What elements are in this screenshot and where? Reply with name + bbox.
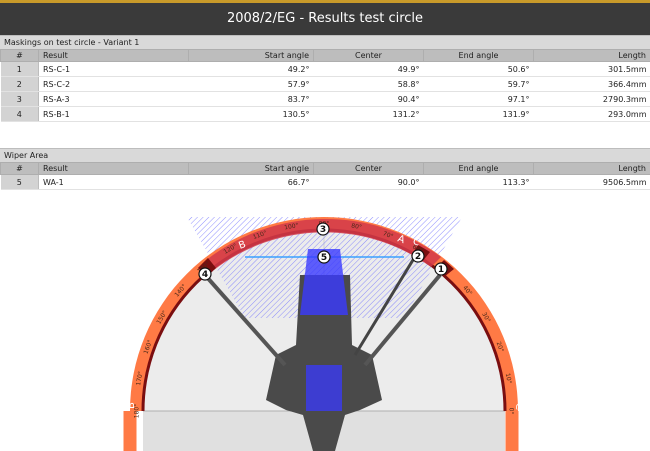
row-center: 90.4° — [313, 91, 424, 107]
row-result: RS-C-2 — [38, 76, 189, 92]
row-index: 1 — [0, 61, 39, 77]
row-index: 4 — [0, 106, 39, 122]
row-result: RS-C-1 — [38, 61, 189, 77]
table-row[interactable]: 5 WA-1 66.7° 90.0° 113.3° 9506.5mm — [0, 174, 650, 190]
col-length: Length — [533, 162, 650, 175]
maskings-table: # Result Start angle Center End angle Le… — [0, 49, 650, 122]
row-center: 131.2° — [313, 106, 424, 122]
col-result: Result — [38, 49, 189, 62]
marker-5[interactable]: 5 — [317, 250, 331, 264]
row-end-angle: 97.1° — [423, 91, 534, 107]
marker-5-label: 5 — [321, 253, 327, 263]
window-title: 2008/2/EG - Results test circle — [226, 11, 424, 26]
row-result: RS-A-3 — [38, 91, 189, 107]
marker-4-label: 4 — [202, 270, 208, 280]
col-start-angle: Start angle — [188, 49, 314, 62]
row-index: 3 — [0, 91, 39, 107]
ring-letter-b: B — [126, 402, 137, 409]
test-circle-diagram: 0°10°20°30°40°50°60°70°80°90°100°110°120… — [123, 217, 524, 451]
row-start-angle: 49.2° — [188, 61, 314, 77]
row-length: 293.0mm — [533, 106, 650, 122]
table-row[interactable]: 2 RS-C-2 57.9° 58.8° 59.7° 366.4mm — [0, 76, 650, 92]
row-end-angle: 113.3° — [423, 174, 534, 190]
row-index: 2 — [0, 76, 39, 92]
marker-1-label: 1 — [438, 265, 444, 275]
row-start-angle: 83.7° — [188, 91, 314, 107]
marker-3[interactable]: 3 — [316, 222, 330, 236]
table-row[interactable]: 1 RS-C-1 49.2° 49.9° 50.6° 301.5mm — [0, 61, 650, 77]
row-length: 366.4mm — [533, 76, 650, 92]
row-end-angle: 50.6° — [423, 61, 534, 77]
col-index: # — [0, 49, 39, 62]
row-length: 2790.3mm — [533, 91, 650, 107]
col-index: # — [0, 162, 39, 175]
col-length: Length — [533, 49, 650, 62]
wiper-motor-highlight — [306, 365, 342, 411]
row-center: 58.8° — [313, 76, 424, 92]
row-result: RS-B-1 — [38, 106, 189, 122]
row-end-angle: 131.9° — [423, 106, 534, 122]
col-center: Center — [313, 162, 424, 175]
row-index: 5 — [0, 174, 39, 190]
marker-4[interactable]: 4 — [198, 267, 212, 281]
title-bar: 2008/2/EG - Results test circle — [0, 0, 650, 35]
row-length: 301.5mm — [533, 61, 650, 77]
row-center: 49.9° — [313, 61, 424, 77]
col-end-angle: End angle — [423, 162, 534, 175]
wiper-section-title: Wiper Area — [0, 148, 650, 162]
col-center: Center — [313, 49, 424, 62]
maskings-header-row: # Result Start angle Center End angle Le… — [0, 49, 650, 62]
row-start-angle: 130.5° — [188, 106, 314, 122]
row-center: 90.0° — [313, 174, 424, 190]
marker-2[interactable]: 2 — [411, 249, 425, 263]
marker-2-label: 2 — [415, 252, 421, 262]
row-start-angle: 57.9° — [188, 76, 314, 92]
row-start-angle: 66.7° — [188, 174, 314, 190]
col-result: Result — [38, 162, 189, 175]
marker-1[interactable]: 1 — [434, 262, 448, 276]
wiper-table: # Result Start angle Center End angle Le… — [0, 162, 650, 190]
maskings-section-title: Maskings on test circle - Variant 1 — [0, 35, 650, 49]
table-row[interactable]: 3 RS-A-3 83.7° 90.4° 97.1° 2790.3mm — [0, 91, 650, 107]
col-end-angle: End angle — [423, 49, 534, 62]
row-result: WA-1 — [38, 174, 189, 190]
col-start-angle: Start angle — [188, 162, 314, 175]
row-length: 9506.5mm — [533, 174, 650, 190]
row-end-angle: 59.7° — [423, 76, 534, 92]
table-row[interactable]: 4 RS-B-1 130.5° 131.2° 131.9° 293.0mm — [0, 106, 650, 122]
ring-letter-c: C — [513, 403, 524, 410]
wiper-header-row: # Result Start angle Center End angle Le… — [0, 162, 650, 175]
marker-3-label: 3 — [320, 225, 326, 235]
